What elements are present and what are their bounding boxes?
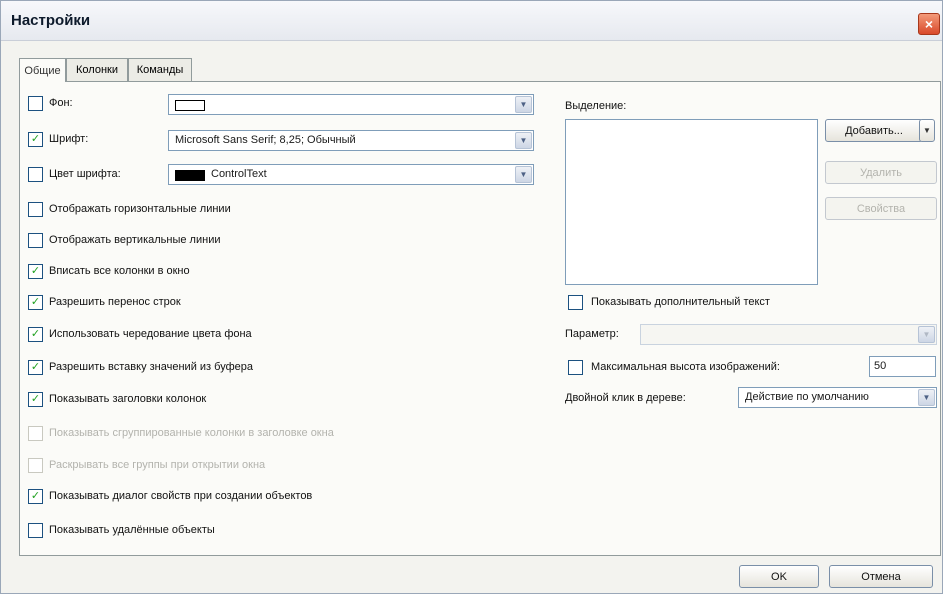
show-horizontal-lines-label: Отображать горизонтальные линии bbox=[49, 203, 231, 215]
selection-listbox[interactable] bbox=[565, 119, 818, 285]
allow-paste-checkbox[interactable]: ✓ bbox=[28, 360, 43, 375]
background-checkbox[interactable] bbox=[28, 96, 43, 111]
max-image-height-label: Максимальная высота изображений: bbox=[591, 361, 780, 373]
dialog-title: Настройки bbox=[11, 12, 91, 29]
fit-columns-label: Вписать все колонки в окно bbox=[49, 265, 190, 277]
show-column-headers-checkbox[interactable]: ✓ bbox=[28, 392, 43, 407]
cancel-button[interactable]: Отмена bbox=[829, 565, 933, 588]
expand-groups-label: Раскрывать все группы при открытии окна bbox=[49, 459, 266, 471]
show-properties-dialog-label: Показывать диалог свойств при создании о… bbox=[49, 490, 313, 502]
double-click-action-value: Действие по умолчанию bbox=[745, 391, 869, 403]
show-extra-text-checkbox[interactable] bbox=[568, 295, 583, 310]
double-click-label: Двойной клик в дереве: bbox=[565, 392, 686, 404]
font-color-value: ControlText bbox=[211, 168, 267, 180]
title-bar: Настройки × bbox=[1, 1, 942, 41]
show-vertical-lines-checkbox[interactable] bbox=[28, 233, 43, 248]
add-dropdown-arrow-icon[interactable]: ▼ bbox=[919, 119, 935, 142]
font-combo[interactable]: Microsoft Sans Serif; 8,25; Обычный ▼ bbox=[168, 130, 534, 151]
show-properties-dialog-checkbox[interactable]: ✓ bbox=[28, 489, 43, 504]
show-column-headers-label: Показывать заголовки колонок bbox=[49, 393, 207, 405]
delete-button: Удалить bbox=[825, 161, 937, 184]
max-image-height-checkbox[interactable] bbox=[568, 360, 583, 375]
allow-paste-label: Разрешить вставку значений из буфера bbox=[49, 361, 253, 373]
show-deleted-objects-label: Показывать удалённые объекты bbox=[49, 524, 215, 536]
font-value: Microsoft Sans Serif; 8,25; Обычный bbox=[175, 134, 356, 146]
parameter-label: Параметр: bbox=[565, 328, 619, 340]
dropdown-arrow-icon[interactable]: ▼ bbox=[515, 132, 532, 149]
parameter-combo: ▼ bbox=[640, 324, 937, 345]
fit-columns-checkbox[interactable]: ✓ bbox=[28, 264, 43, 279]
tab-columns[interactable]: Колонки bbox=[66, 58, 128, 81]
show-vertical-lines-label: Отображать вертикальные линии bbox=[49, 234, 221, 246]
show-grouped-columns-label: Показывать сгруппированные колонки в заг… bbox=[49, 427, 334, 439]
expand-groups-checkbox bbox=[28, 458, 43, 473]
word-wrap-label: Разрешить перенос строк bbox=[49, 296, 181, 308]
ok-button[interactable]: OK bbox=[739, 565, 819, 588]
font-color-combo[interactable]: ControlText ▼ bbox=[168, 164, 534, 185]
settings-dialog: Настройки × Общие Колонки Команды Фон: ▼… bbox=[0, 0, 943, 594]
font-color-checkbox[interactable] bbox=[28, 167, 43, 182]
white-color-swatch bbox=[175, 100, 205, 111]
close-icon[interactable]: × bbox=[918, 13, 940, 35]
show-deleted-objects-checkbox[interactable] bbox=[28, 523, 43, 538]
tab-general[interactable]: Общие bbox=[19, 58, 66, 82]
font-checkbox[interactable]: ✓ bbox=[28, 132, 43, 147]
add-button[interactable]: Добавить... bbox=[825, 119, 923, 142]
selection-label: Выделение: bbox=[565, 100, 627, 112]
double-click-action-combo[interactable]: Действие по умолчанию ▼ bbox=[738, 387, 937, 408]
dropdown-arrow-icon[interactable]: ▼ bbox=[918, 389, 935, 406]
font-label: Шрифт: bbox=[49, 133, 89, 145]
background-color-combo[interactable]: ▼ bbox=[168, 94, 534, 115]
tab-commands[interactable]: Команды bbox=[128, 58, 192, 81]
max-image-height-input[interactable]: 50 bbox=[869, 356, 936, 377]
background-label: Фон: bbox=[49, 97, 73, 109]
dropdown-arrow-icon[interactable]: ▼ bbox=[515, 166, 532, 183]
word-wrap-checkbox[interactable]: ✓ bbox=[28, 295, 43, 310]
show-extra-text-label: Показывать дополнительный текст bbox=[591, 296, 770, 308]
properties-button: Свойства bbox=[825, 197, 937, 220]
dropdown-arrow-icon[interactable]: ▼ bbox=[515, 96, 532, 113]
font-color-label: Цвет шрифта: bbox=[49, 168, 121, 180]
black-color-swatch bbox=[175, 170, 205, 181]
alternate-row-color-label: Использовать чередование цвета фона bbox=[49, 328, 252, 340]
show-horizontal-lines-checkbox[interactable] bbox=[28, 202, 43, 217]
show-grouped-columns-checkbox bbox=[28, 426, 43, 441]
alternate-row-color-checkbox[interactable]: ✓ bbox=[28, 327, 43, 342]
dropdown-arrow-icon: ▼ bbox=[918, 326, 935, 343]
